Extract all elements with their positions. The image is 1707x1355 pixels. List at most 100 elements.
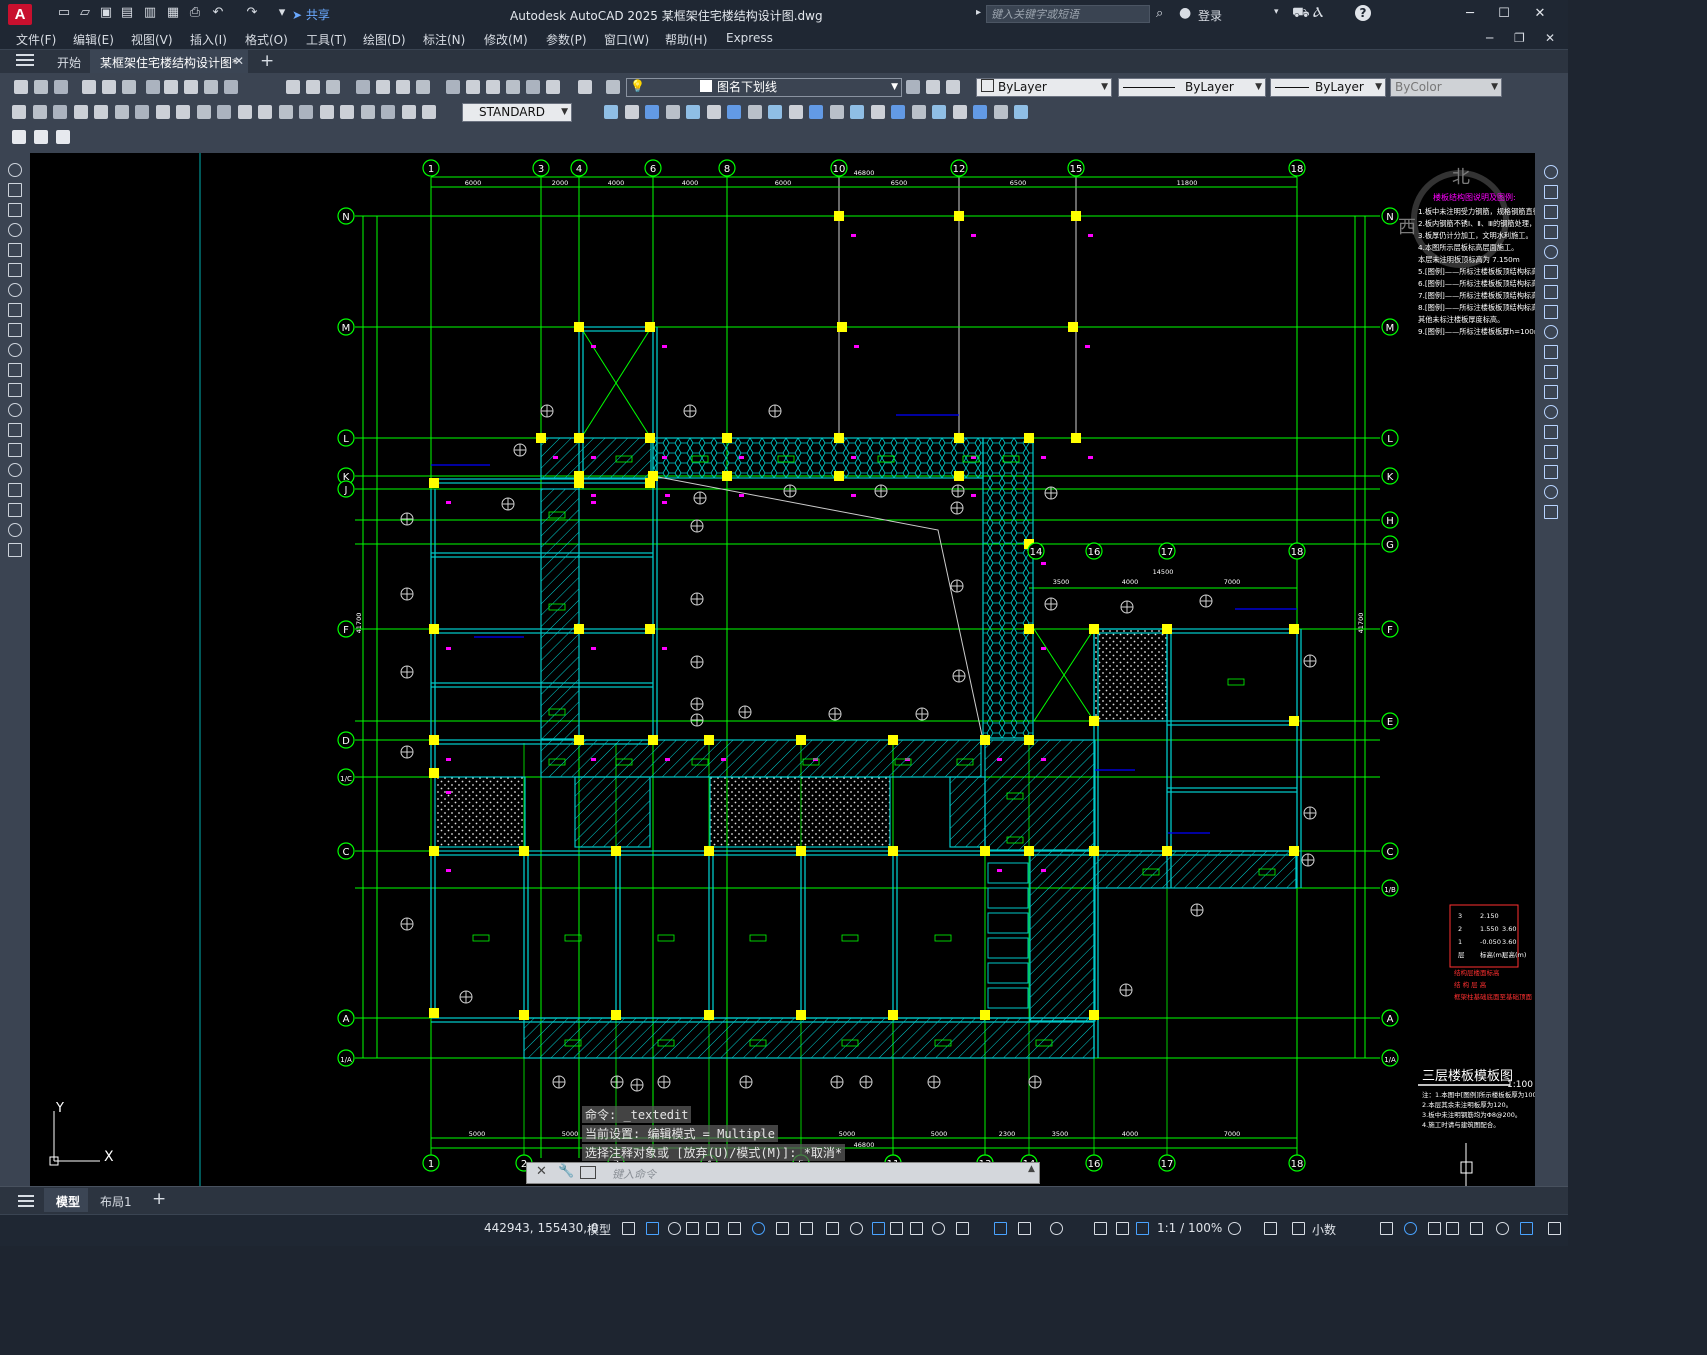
- standard-tool-26-icon[interactable]: [606, 80, 620, 94]
- standard-tool-22-icon[interactable]: [506, 80, 520, 94]
- status-toggle-30-icon[interactable]: [1470, 1222, 1483, 1235]
- modify-tool-15-icon[interactable]: [891, 105, 905, 119]
- standard-tool-9-icon[interactable]: [184, 80, 198, 94]
- modify-tool-7-icon[interactable]: [727, 105, 741, 119]
- draw-tool-17-icon[interactable]: [8, 483, 22, 497]
- modify-palette-8-icon[interactable]: [1544, 305, 1558, 319]
- dimension-tool-4-icon[interactable]: [74, 105, 88, 119]
- menu-dimension[interactable]: 标注(N): [423, 31, 465, 48]
- modify-tool-18-icon[interactable]: [953, 105, 967, 119]
- open-web-icon[interactable]: ▥: [142, 5, 158, 21]
- status-toggle-15-icon[interactable]: [932, 1222, 945, 1235]
- layer-dropdown[interactable]: 图名下划线 ▼: [626, 78, 902, 97]
- menu-window[interactable]: 窗口(W): [604, 31, 649, 48]
- menu-parametric[interactable]: 参数(P): [546, 31, 587, 48]
- status-toggle-31-icon[interactable]: [1496, 1222, 1509, 1235]
- undo-icon[interactable]: ↶: [210, 5, 226, 21]
- customize-wrench-icon[interactable]: 🔧: [558, 1164, 574, 1179]
- draw-tool-8-icon[interactable]: [8, 303, 22, 317]
- cart-icon[interactable]: ⛟: [1292, 5, 1310, 23]
- share-button[interactable]: ➤ 共享: [292, 6, 330, 23]
- new-file-icon[interactable]: ▭: [56, 5, 72, 21]
- layout-menu-icon[interactable]: [18, 1195, 34, 1207]
- standard-tool-13-icon[interactable]: [306, 80, 320, 94]
- status-toggle-24-icon[interactable]: [1264, 1222, 1277, 1235]
- modify-palette-4-icon[interactable]: [1544, 225, 1558, 239]
- plotstyle-dropdown[interactable]: ByColor ▼: [1390, 78, 1502, 97]
- status-toggle-29-icon[interactable]: [1446, 1222, 1459, 1235]
- modify-palette-14-icon[interactable]: [1544, 425, 1558, 439]
- standard-tool-6-icon[interactable]: [122, 80, 136, 94]
- extra-tool-1-icon[interactable]: [12, 130, 26, 144]
- dimension-tool-5-icon[interactable]: [94, 105, 108, 119]
- plot-icon[interactable]: ⎙: [187, 5, 203, 21]
- quick-access-dropdown-icon[interactable]: ▾: [274, 5, 290, 21]
- dimension-tool-2-icon[interactable]: [33, 105, 47, 119]
- extra-tool-3-icon[interactable]: [56, 130, 70, 144]
- tab-start[interactable]: 开始: [57, 54, 81, 71]
- dimension-tool-8-icon[interactable]: [156, 105, 170, 119]
- command-input[interactable]: 键入命令: [612, 1166, 656, 1182]
- modify-palette-15-icon[interactable]: [1544, 445, 1558, 459]
- status-toggle-22-icon[interactable]: [1136, 1222, 1149, 1235]
- chevron-right-icon[interactable]: ▸: [976, 7, 981, 18]
- standard-tool-20-icon[interactable]: [466, 80, 480, 94]
- modify-tool-8-icon[interactable]: [748, 105, 762, 119]
- status-toggle-9-icon[interactable]: [800, 1222, 813, 1235]
- modify-palette-11-icon[interactable]: [1544, 365, 1558, 379]
- modify-tool-20-icon[interactable]: [994, 105, 1008, 119]
- status-toggle-28-icon[interactable]: [1428, 1222, 1441, 1235]
- modify-tool-1-icon[interactable]: [604, 105, 618, 119]
- standard-tool-8-icon[interactable]: [164, 80, 178, 94]
- draw-tool-20-icon[interactable]: [8, 543, 22, 557]
- draw-tool-1-icon[interactable]: [8, 163, 22, 177]
- dimension-tool-6-icon[interactable]: [115, 105, 129, 119]
- status-toggle-20-icon[interactable]: [1094, 1222, 1107, 1235]
- modify-tool-4-icon[interactable]: [666, 105, 680, 119]
- modify-palette-16-icon[interactable]: [1544, 465, 1558, 479]
- standard-tool-27-icon[interactable]: [906, 80, 920, 94]
- menu-tools[interactable]: 工具(T): [306, 31, 347, 48]
- modify-tool-9-icon[interactable]: [768, 105, 782, 119]
- menu-draw[interactable]: 绘图(D): [363, 31, 406, 48]
- draw-tool-16-icon[interactable]: [8, 463, 22, 477]
- standard-tool-11-icon[interactable]: [224, 80, 238, 94]
- draw-tool-6-icon[interactable]: [8, 263, 22, 277]
- draw-tool-7-icon[interactable]: [8, 283, 22, 297]
- menu-file[interactable]: 文件(F): [16, 31, 56, 48]
- annotation-scale[interactable]: 1:1 / 100%: [1157, 1221, 1222, 1235]
- modify-tool-6-icon[interactable]: [707, 105, 721, 119]
- modify-tool-16-icon[interactable]: [912, 105, 926, 119]
- linetype-dropdown[interactable]: ByLayer ▼: [1118, 78, 1266, 97]
- command-line[interactable]: [526, 1162, 1040, 1184]
- modify-palette-7-icon[interactable]: [1544, 285, 1558, 299]
- dimension-tool-12-icon[interactable]: [238, 105, 252, 119]
- modify-palette-12-icon[interactable]: [1544, 385, 1558, 399]
- extra-tool-2-icon[interactable]: [34, 130, 48, 144]
- modify-palette-1-icon[interactable]: [1544, 165, 1558, 179]
- draw-tool-12-icon[interactable]: [8, 383, 22, 397]
- standard-tool-17-icon[interactable]: [396, 80, 410, 94]
- draw-tool-11-icon[interactable]: [8, 363, 22, 377]
- status-toggle-11-icon[interactable]: [850, 1222, 863, 1235]
- status-toggle-14-icon[interactable]: [910, 1222, 923, 1235]
- modify-palette-5-icon[interactable]: [1544, 245, 1558, 259]
- standard-tool-21-icon[interactable]: [486, 80, 500, 94]
- draw-tool-5-icon[interactable]: [8, 243, 22, 257]
- status-toggle-7-icon[interactable]: [752, 1222, 765, 1235]
- dimension-tool-19-icon[interactable]: [381, 105, 395, 119]
- status-toggle-13-icon[interactable]: [890, 1222, 903, 1235]
- standard-tool-14-icon[interactable]: [326, 80, 340, 94]
- add-layout-icon[interactable]: +: [152, 1189, 166, 1209]
- draw-tool-9-icon[interactable]: [8, 323, 22, 337]
- close-button[interactable]: ✕: [1530, 6, 1550, 22]
- standard-tool-12-icon[interactable]: [286, 80, 300, 94]
- save-web-icon[interactable]: ▦: [165, 5, 181, 21]
- command-history-toggle-icon[interactable]: ▲: [1028, 1164, 1035, 1174]
- color-dropdown[interactable]: ByLayer ▼: [976, 78, 1112, 97]
- dimension-tool-11-icon[interactable]: [217, 105, 231, 119]
- menu-edit[interactable]: 编辑(E): [73, 31, 114, 48]
- draw-tool-10-icon[interactable]: [8, 343, 22, 357]
- doc-close-button[interactable]: ✕: [1545, 31, 1555, 45]
- open-file-icon[interactable]: ▱: [77, 5, 93, 21]
